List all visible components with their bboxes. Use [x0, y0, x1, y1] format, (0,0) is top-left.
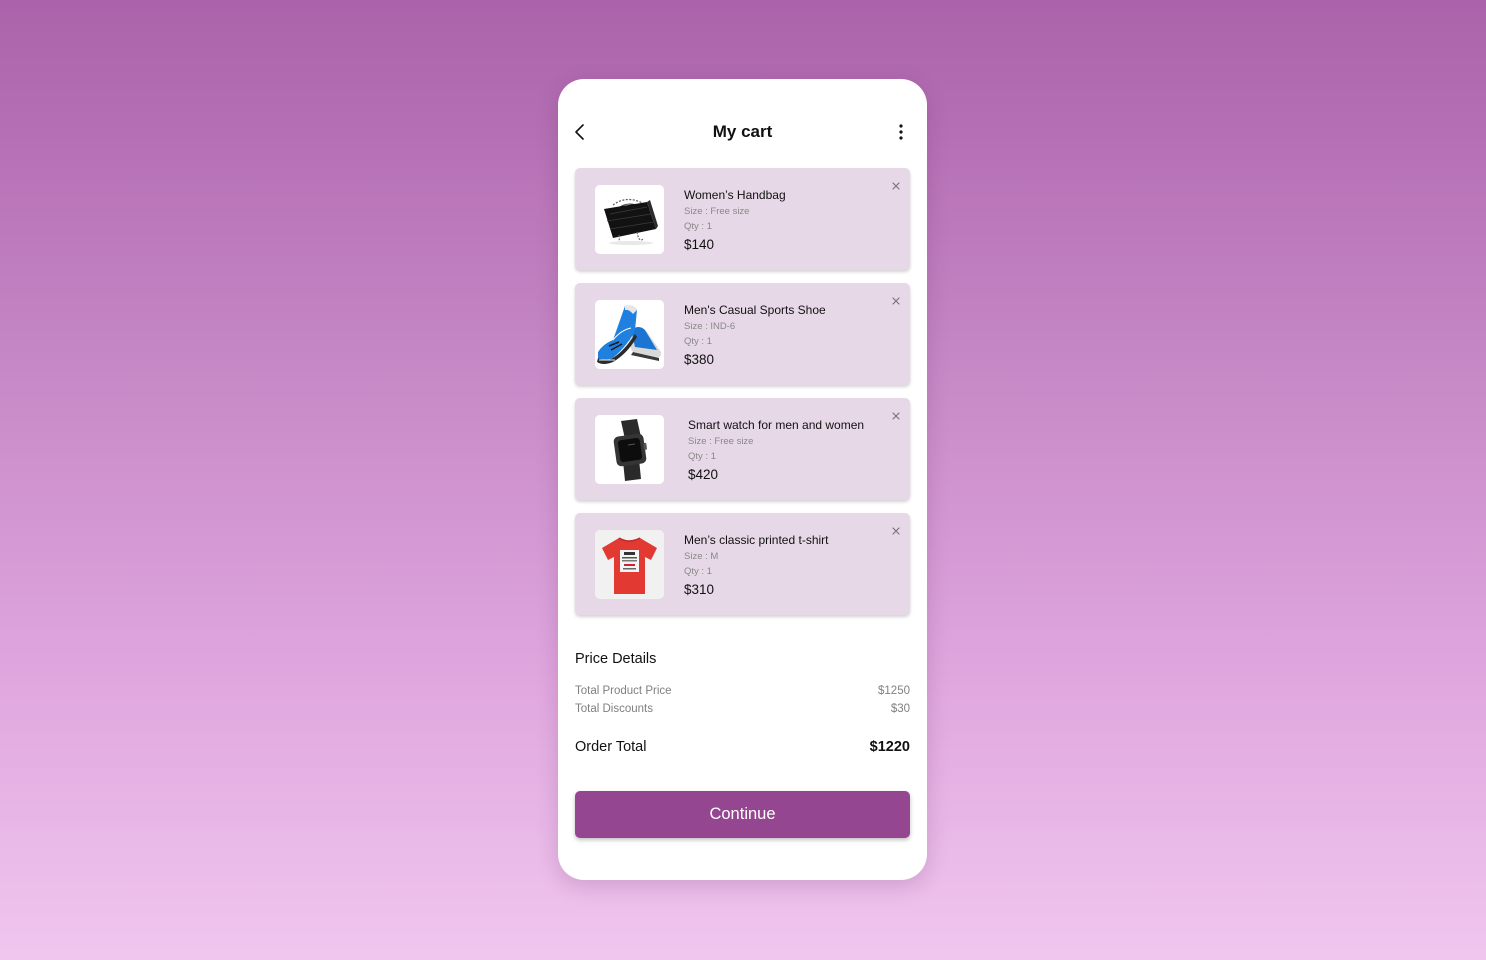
price-details-title: Price Details	[575, 651, 657, 667]
order-total-label: Order Total	[575, 739, 647, 755]
cart-item[interactable]: Women’s Handbag Size : Free size Qty : 1…	[575, 168, 910, 270]
more-vertical-icon	[899, 124, 903, 140]
item-name: Women’s Handbag	[684, 188, 786, 202]
cart-item-details: Women’s Handbag Size : Free size Qty : 1…	[684, 188, 786, 253]
item-price: $310	[684, 582, 715, 597]
item-price: $380	[684, 352, 715, 367]
total-discounts-row: Total Discounts $30	[575, 700, 910, 718]
close-icon	[892, 182, 900, 190]
total-product-price-value: $1250	[878, 685, 910, 697]
cart-item[interactable]: Men’s classic printed t-shirt Size : M Q…	[575, 513, 910, 615]
close-icon	[892, 297, 900, 305]
cart-item[interactable]: Men's Casual Sports Shoe Size : IND-6 Qt…	[575, 283, 910, 385]
total-discounts-value: $30	[890, 703, 910, 715]
more-options-button[interactable]	[893, 121, 909, 143]
item-price: $420	[688, 467, 719, 482]
price-details-section: Price Details Total Product Price $1250 …	[575, 651, 910, 755]
item-name: Men’s classic printed t-shirt	[684, 533, 829, 547]
cart-item-details: Smart watch for men and women Size : Fre…	[688, 418, 864, 483]
cart-item-list: Women’s Handbag Size : Free size Qty : 1…	[575, 168, 910, 628]
item-name: Smart watch for men and women	[688, 418, 865, 432]
total-product-price-label: Total Product Price	[575, 685, 672, 697]
page-title: My cart	[712, 122, 773, 141]
item-size: Size : IND-6	[684, 321, 736, 332]
cart-item-details: Men's Casual Sports Shoe Size : IND-6 Qt…	[684, 303, 826, 368]
total-product-price-row: Total Product Price $1250	[575, 682, 910, 700]
order-total-row: Order Total $1220	[575, 739, 910, 755]
product-image-tshirt	[595, 530, 664, 599]
price-breakdown: Total Product Price $1250 Total Discount…	[575, 682, 910, 718]
continue-button[interactable]: Continue	[575, 791, 910, 838]
app-header: My cart	[558, 109, 927, 155]
item-name: Men's Casual Sports Shoe	[684, 303, 826, 317]
product-image-handbag	[595, 185, 664, 254]
item-qty: Qty : 1	[688, 451, 716, 462]
item-qty: Qty : 1	[684, 221, 712, 232]
item-qty: Qty : 1	[684, 336, 712, 347]
smart-watch-image	[595, 415, 664, 484]
cart-item-details: Men’s classic printed t-shirt Size : M Q…	[684, 533, 829, 598]
item-price: $140	[684, 237, 715, 252]
item-size: Size : Free size	[688, 436, 754, 447]
item-qty: Qty : 1	[684, 566, 712, 577]
product-image-watch	[595, 415, 664, 484]
order-total-value: $1220	[869, 739, 910, 755]
cart-screen: My cart Women’s Handbag Size: Free size…	[558, 79, 927, 880]
remove-item-button[interactable]	[890, 409, 902, 421]
cart-item[interactable]: Smart watch for men and women Size : Fre…	[575, 398, 910, 500]
total-discounts-label: Total Discounts	[575, 703, 653, 715]
remove-item-button[interactable]	[890, 294, 902, 306]
item-size: Size : M	[684, 551, 719, 562]
remove-item-button[interactable]	[890, 179, 902, 191]
sports-shoe-image	[595, 300, 664, 369]
close-icon	[892, 527, 900, 535]
t-shirt-image	[595, 530, 664, 599]
close-icon	[892, 412, 900, 420]
handbag-image	[595, 185, 664, 254]
product-image-shoe	[595, 300, 664, 369]
item-size: Size : Free size	[684, 206, 750, 217]
remove-item-button[interactable]	[890, 524, 902, 536]
